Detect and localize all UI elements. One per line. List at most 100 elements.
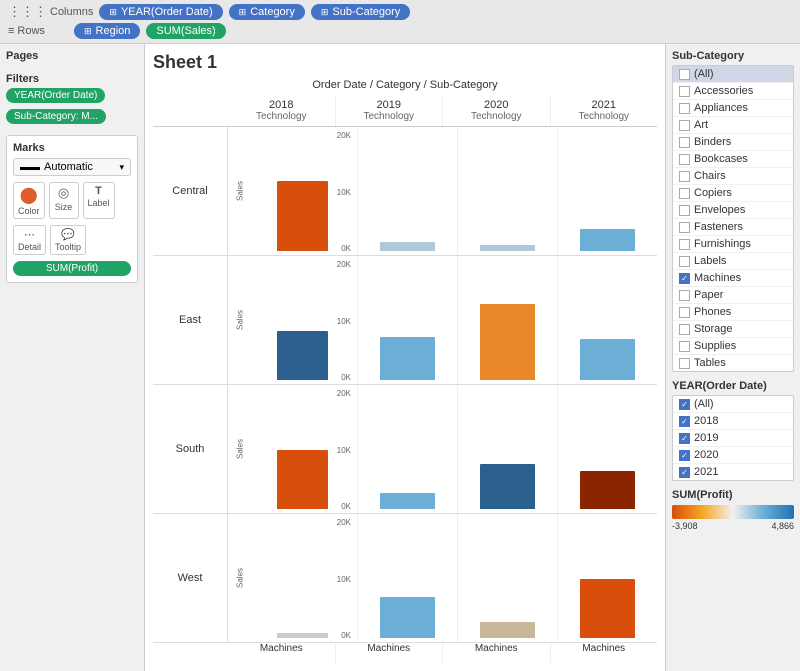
subcategory-filter-chip[interactable]: Sub-Category: M... [6, 109, 106, 124]
checkbox-year-2018[interactable]: ✓ [679, 416, 690, 427]
row-east: 20K 10K 0K Sales [228, 256, 657, 385]
filter-item-accessories[interactable]: Accessories [673, 83, 793, 100]
checkbox-copiers[interactable] [679, 188, 690, 199]
subcategory-filter-section: Sub-Category (All) Accessories Appliance… [672, 50, 794, 372]
marks-icons-row: ⬤ Color ◎ Size T Label [13, 182, 131, 219]
checkbox-year-2020[interactable]: ✓ [679, 450, 690, 461]
checkbox-furnishings[interactable] [679, 239, 690, 250]
filter-item-fasteners[interactable]: Fasteners [673, 219, 793, 236]
year-order-date-pill[interactable]: ⊞ YEAR(Order Date) [99, 4, 222, 20]
checkbox-year-2019[interactable]: ✓ [679, 433, 690, 444]
filter-item-appliances[interactable]: Appliances [673, 100, 793, 117]
checkbox-fasteners[interactable] [679, 222, 690, 233]
year-item-2018[interactable]: ✓ 2018 [673, 413, 793, 430]
detail-button[interactable]: ⋯ Detail [13, 225, 46, 255]
category-pill[interactable]: ⊞ Category [229, 4, 305, 20]
year-item-2021[interactable]: ✓ 2021 [673, 464, 793, 480]
filter-item-copiers[interactable]: Copiers [673, 185, 793, 202]
filter-item-machines[interactable]: ✓ Machines [673, 270, 793, 287]
right-panel: Sub-Category (All) Accessories Appliance… [665, 44, 800, 671]
rows-row: ≡ Rows ⊞ Region SUM(Sales) [8, 23, 792, 39]
row-central: 20K 10K 0K Sales [228, 127, 657, 256]
filter-item-supplies[interactable]: Supplies [673, 338, 793, 355]
profit-labels: -3,908 4,866 [672, 521, 794, 531]
checkbox-appliances[interactable] [679, 103, 690, 114]
color-button[interactable]: ⬤ Color [13, 182, 45, 219]
year-filter-chip[interactable]: YEAR(Order Date) [6, 88, 105, 103]
sheet-title: Sheet 1 [153, 52, 657, 73]
checkbox-machines[interactable]: ✓ [679, 273, 690, 284]
size-button[interactable]: ◎ Size [49, 182, 79, 219]
tooltip-button[interactable]: 💬 Tooltip [50, 225, 86, 255]
filters-section: Filters YEAR(Order Date) Sub-Category: M… [6, 73, 138, 127]
bar-west-2021 [580, 579, 634, 638]
pages-section: Pages [6, 50, 138, 65]
filter-item-tables[interactable]: Tables [673, 355, 793, 371]
filter-item-storage[interactable]: Storage [673, 321, 793, 338]
y-axis-sales-east: Sales [236, 310, 245, 330]
year-filter-section: YEAR(Order Date) ✓ (All) ✓ 2018 ✓ 2019 [672, 380, 794, 481]
filter-item-paper[interactable]: Paper [673, 287, 793, 304]
profit-max: 4,866 [771, 521, 794, 531]
filter-item-all[interactable]: (All) [673, 66, 793, 83]
marks-section: Marks ▬▬ Automatic ▾ ⬤ Color ◎ Size [6, 135, 138, 283]
profit-legend-title: SUM(Profit) [672, 489, 794, 501]
filter-item-furnishings[interactable]: Furnishings [673, 236, 793, 253]
filter-item-binders[interactable]: Binders [673, 134, 793, 151]
bar-east-2021 [580, 339, 634, 380]
year-item-all[interactable]: ✓ (All) [673, 396, 793, 413]
region-central: Central [153, 127, 228, 256]
pages-title: Pages [6, 50, 138, 62]
checkbox-accessories[interactable] [679, 86, 690, 97]
filter-item-art[interactable]: Art [673, 117, 793, 134]
checkbox-year-all[interactable]: ✓ [679, 399, 690, 410]
checkbox-supplies[interactable] [679, 341, 690, 352]
checkbox-envelopes[interactable] [679, 205, 690, 216]
checkbox-binders[interactable] [679, 137, 690, 148]
bar-south-2018 [277, 450, 328, 509]
checkbox-storage[interactable] [679, 324, 690, 335]
region-east: East [153, 256, 228, 385]
region-south: South [153, 385, 228, 514]
sum-sales-pill[interactable]: SUM(Sales) [146, 23, 225, 39]
checkbox-year-2021[interactable]: ✓ [679, 467, 690, 478]
bar-east-2020 [480, 304, 534, 380]
left-panel: Pages Filters YEAR(Order Date) Sub-Categ… [0, 44, 145, 671]
y-axis-sales-central: Sales [236, 181, 245, 201]
bar-east-2018 [277, 331, 328, 380]
checkbox-chairs[interactable] [679, 171, 690, 182]
checkbox-all[interactable] [679, 69, 690, 80]
bar-central-2021 [580, 229, 634, 251]
year-item-2019[interactable]: ✓ 2019 [673, 430, 793, 447]
label-button[interactable]: T Label [83, 182, 115, 219]
columns-icon: ⋮⋮⋮ Columns [8, 4, 93, 20]
profit-legend-section: SUM(Profit) -3,908 4,866 [672, 489, 794, 531]
filter-item-envelopes[interactable]: Envelopes [673, 202, 793, 219]
sum-profit-chip[interactable]: SUM(Profit) [13, 261, 131, 276]
region-west: West [153, 514, 228, 643]
filter-item-labels[interactable]: Labels [673, 253, 793, 270]
checkbox-paper[interactable] [679, 290, 690, 301]
region-pill[interactable]: ⊞ Region [74, 23, 140, 39]
filters-title: Filters [6, 73, 138, 85]
bar-south-2021 [580, 471, 634, 509]
checkbox-phones[interactable] [679, 307, 690, 318]
rows-icon: ≡ Rows [8, 25, 68, 37]
filter-item-phones[interactable]: Phones [673, 304, 793, 321]
checkbox-bookcases[interactable] [679, 154, 690, 165]
row-west: 20K 10K 0K Sales [228, 514, 657, 643]
year-item-2020[interactable]: ✓ 2020 [673, 447, 793, 464]
filter-item-bookcases[interactable]: Bookcases [673, 151, 793, 168]
checkbox-labels[interactable] [679, 256, 690, 267]
marks-type-select[interactable]: ▬▬ Automatic ▾ [13, 158, 131, 176]
year-filter-list: ✓ (All) ✓ 2018 ✓ 2019 ✓ 2020 [672, 395, 794, 481]
chart-header: Order Date / Category / Sub-Category [153, 79, 657, 91]
col-header-2018: 2018 Technology [228, 95, 336, 126]
sub-category-pill[interactable]: ⊞ Sub-Category [311, 4, 410, 20]
filter-item-chairs[interactable]: Chairs [673, 168, 793, 185]
bar-west-2020 [480, 622, 534, 638]
profit-gradient [672, 505, 794, 519]
checkbox-tables[interactable] [679, 358, 690, 369]
y-axis-sales-west: Sales [236, 568, 245, 588]
checkbox-art[interactable] [679, 120, 690, 131]
